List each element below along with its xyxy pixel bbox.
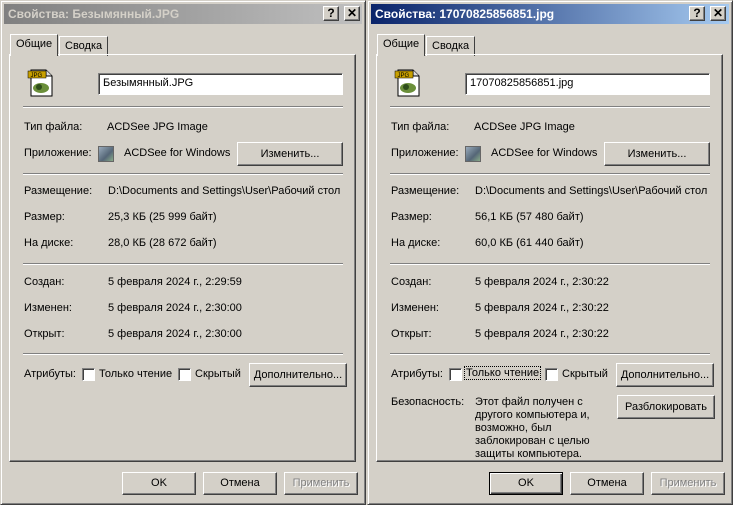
jpg-file-icon: JPG [27, 69, 53, 97]
jpg-file-icon: JPG [394, 69, 420, 97]
app-value: ACDSee for Windows 9 [124, 147, 232, 159]
file-type-value: ACDSee JPG Image [474, 121, 575, 133]
created-label: Создан: [24, 276, 65, 288]
readonly-label: Только чтение [463, 366, 542, 380]
apply-button[interactable]: Применить [651, 472, 725, 495]
modified-label: Изменен: [391, 302, 439, 314]
title-bar: Свойства: 17070825856851.jpg [371, 4, 729, 24]
tab-general[interactable]: Общие [377, 34, 426, 56]
app-label: Приложение: [24, 147, 92, 159]
disk-size-label: На диске: [24, 237, 74, 249]
readonly-checkbox[interactable] [449, 368, 462, 381]
change-button[interactable]: Изменить... [237, 142, 343, 166]
size-value: 25,3 КБ (25 999 байт) [108, 211, 217, 223]
title-bar: Свойства: Безымянный.JPG [4, 4, 362, 24]
cancel-button[interactable]: Отмена [570, 472, 644, 495]
general-panel [9, 54, 356, 462]
app-label: Приложение: [391, 147, 459, 159]
opened-label: Открыт: [391, 328, 432, 340]
disk-size-value: 60,0 КБ (61 440 байт) [475, 237, 584, 249]
unblock-button[interactable]: Разблокировать [617, 395, 715, 419]
size-value: 56,1 КБ (57 480 байт) [475, 211, 584, 223]
separator [390, 353, 710, 355]
change-button[interactable]: Изменить... [604, 142, 710, 166]
separator [390, 263, 710, 265]
svg-text:JPG: JPG [398, 73, 410, 79]
close-button[interactable]: ✕ [344, 6, 360, 21]
window-title: Свойства: 17070825856851.jpg [375, 7, 555, 21]
separator [390, 173, 710, 175]
separator [23, 353, 343, 355]
ok-button[interactable]: OK [489, 472, 563, 495]
ok-button[interactable]: OK [122, 472, 196, 495]
size-label: Размер: [24, 211, 65, 223]
attributes-label: Атрибуты: [391, 368, 443, 380]
separator [390, 106, 710, 108]
location-label: Размещение: [24, 185, 93, 197]
properties-window-left: Свойства: Безымянный.JPG ? ✕ Общие Сводк… [0, 0, 366, 505]
modified-label: Изменен: [24, 302, 72, 314]
window-title: Свойства: Безымянный.JPG [8, 7, 180, 21]
separator [23, 173, 343, 175]
created-value: 5 февраля 2024 г., 2:30:22 [475, 276, 609, 288]
acdsee-icon [465, 146, 481, 162]
separator [23, 106, 343, 108]
opened-value: 5 февраля 2024 г., 2:30:00 [108, 328, 242, 340]
file-type-label: Тип файла: [391, 121, 450, 133]
location-value: D:\Documents and Settings\User\Рабочий с… [475, 185, 708, 197]
acdsee-icon [98, 146, 114, 162]
location-label: Размещение: [391, 185, 460, 197]
tab-summary[interactable]: Сводка [426, 36, 476, 56]
disk-size-value: 28,0 КБ (28 672 байт) [108, 237, 217, 249]
hidden-checkbox[interactable] [545, 368, 558, 381]
modified-value: 5 февраля 2024 г., 2:30:00 [108, 302, 242, 314]
readonly-label: Только чтение [99, 368, 173, 380]
hidden-label: Скрытый [562, 368, 608, 380]
security-label: Безопасность: [391, 396, 465, 408]
location-value: D:\Documents and Settings\User\Рабочий с… [108, 185, 341, 197]
filename-input[interactable]: Безымянный.JPG [98, 73, 343, 95]
app-value: ACDSee for Windows 9 [491, 147, 599, 159]
file-type-value: ACDSee JPG Image [107, 121, 208, 133]
disk-size-label: На диске: [391, 237, 441, 249]
advanced-button[interactable]: Дополнительно... [616, 363, 714, 387]
tab-general[interactable]: Общие [10, 34, 59, 56]
security-message: Этот файл получен с другого компьютера и… [475, 396, 590, 460]
readonly-checkbox[interactable] [82, 368, 95, 381]
help-button[interactable]: ? [689, 6, 705, 21]
cancel-button[interactable]: Отмена [203, 472, 277, 495]
help-button[interactable]: ? [323, 6, 339, 21]
svg-text:JPG: JPG [31, 73, 43, 79]
opened-label: Открыт: [24, 328, 65, 340]
file-type-label: Тип файла: [24, 121, 83, 133]
attributes-label: Атрибуты: [24, 368, 76, 380]
hidden-label: Скрытый [195, 368, 241, 380]
properties-window-right: Свойства: 17070825856851.jpg ? ✕ Общие С… [367, 0, 733, 505]
close-button[interactable]: ✕ [710, 6, 726, 21]
modified-value: 5 февраля 2024 г., 2:30:22 [475, 302, 609, 314]
advanced-button[interactable]: Дополнительно... [249, 363, 347, 387]
hidden-checkbox[interactable] [178, 368, 191, 381]
created-label: Создан: [391, 276, 432, 288]
created-value: 5 февраля 2024 г., 2:29:59 [108, 276, 242, 288]
tab-summary[interactable]: Сводка [59, 36, 109, 56]
apply-button[interactable]: Применить [284, 472, 358, 495]
separator [23, 263, 343, 265]
opened-value: 5 февраля 2024 г., 2:30:22 [475, 328, 609, 340]
filename-input[interactable]: 17070825856851.jpg [465, 73, 710, 95]
size-label: Размер: [391, 211, 432, 223]
